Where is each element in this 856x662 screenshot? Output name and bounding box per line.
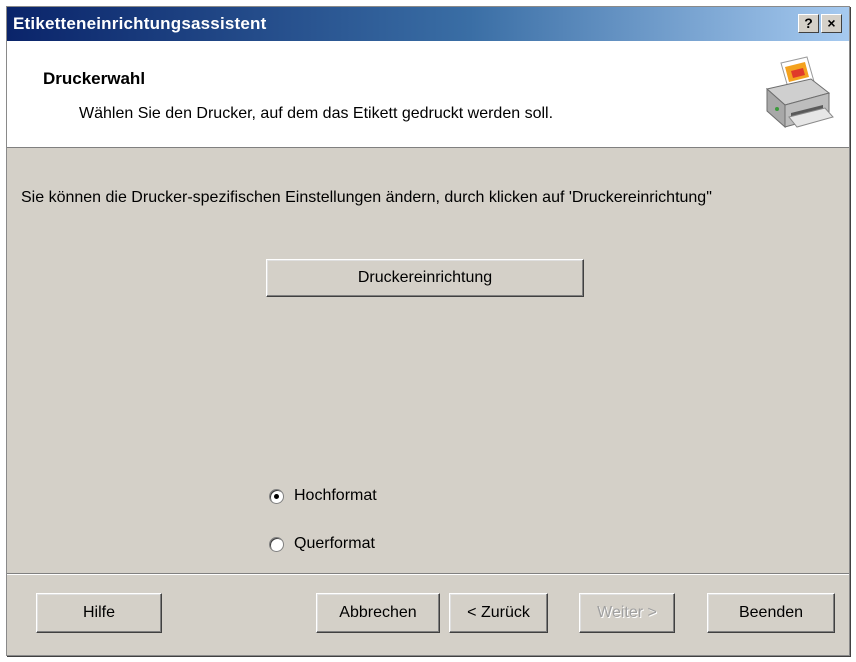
landscape-radio[interactable]: [269, 536, 284, 552]
cancel-button[interactable]: Abbrechen: [316, 593, 440, 633]
title-bar[interactable]: Etiketteneinrichtungsassistent ? ×: [7, 7, 849, 41]
footer-separator: [7, 573, 849, 575]
wizard-header: Druckerwahl Wählen Sie den Drucker, auf …: [7, 41, 849, 148]
next-button[interactable]: Weiter >: [579, 593, 675, 633]
portrait-radio[interactable]: [269, 488, 284, 504]
landscape-option[interactable]: Querformat: [269, 535, 375, 553]
help-button[interactable]: Hilfe: [36, 593, 162, 633]
portrait-option[interactable]: Hochformat: [269, 487, 377, 505]
portrait-label: Hochformat: [294, 487, 377, 504]
printer-setup-button[interactable]: Druckereinrichtung: [266, 259, 584, 297]
landscape-label: Querformat: [294, 535, 375, 552]
finish-button[interactable]: Beenden: [707, 593, 835, 633]
help-title-button[interactable]: ?: [798, 14, 819, 33]
printer-icon: [765, 56, 834, 129]
wizard-dialog: Etiketteneinrichtungsassistent ? × Druck…: [6, 6, 850, 656]
back-button[interactable]: < Zurück: [449, 593, 548, 633]
page-description: Wählen Sie den Drucker, auf dem das Etik…: [79, 105, 554, 122]
close-button[interactable]: ×: [821, 14, 842, 33]
instruction-text: Sie können die Drucker-spezifischen Eins…: [21, 189, 712, 206]
page-title: Druckerwahl: [43, 69, 146, 88]
window-title: Etiketteneinrichtungsassistent: [13, 14, 267, 33]
